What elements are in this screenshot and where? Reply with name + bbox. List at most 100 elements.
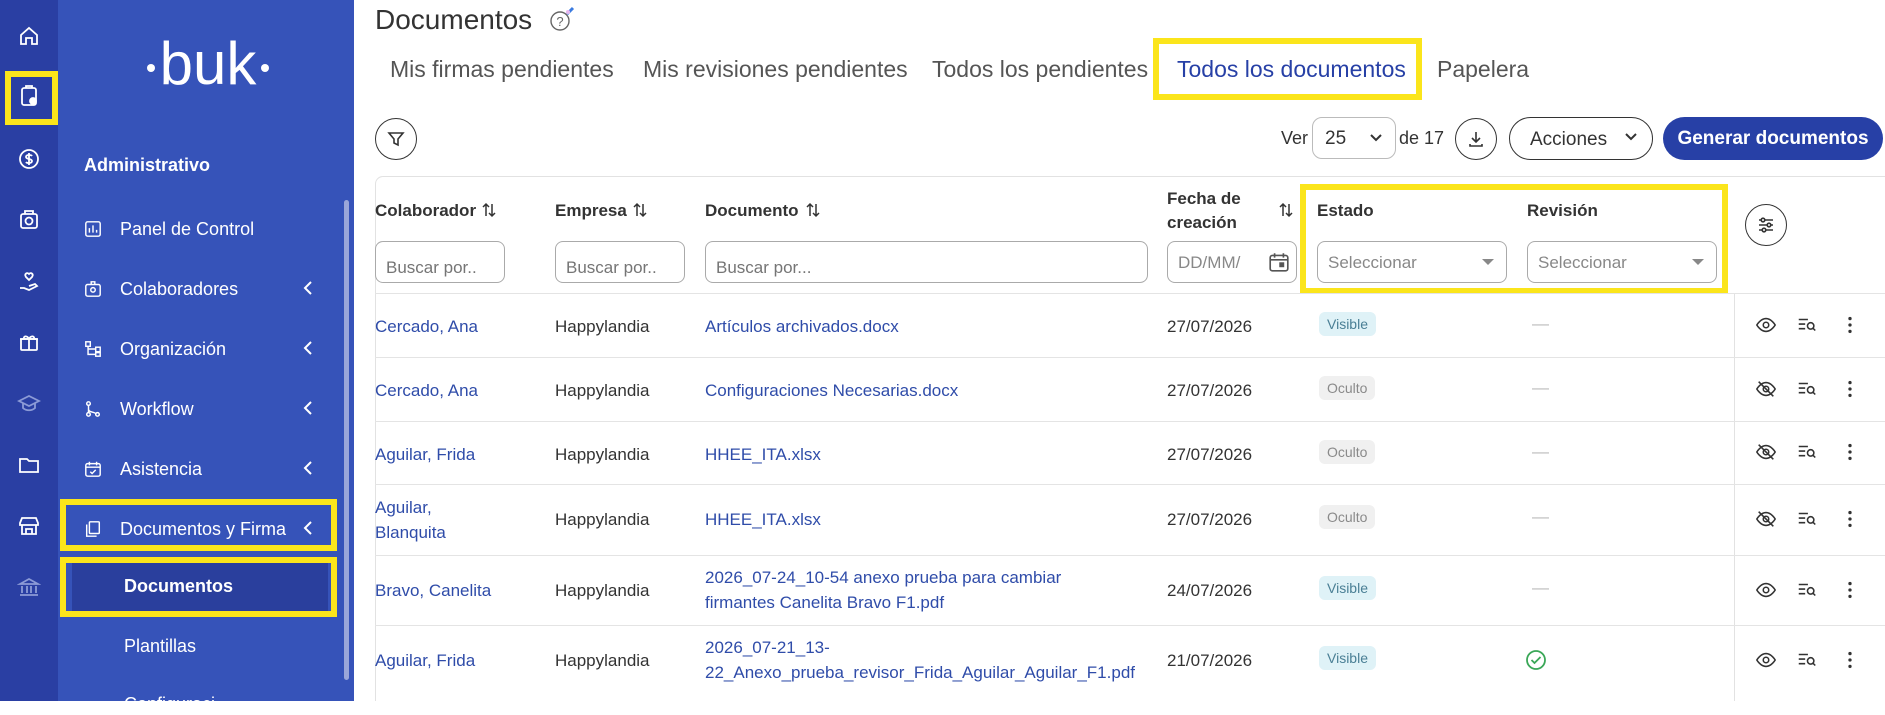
tab-todos-pendientes[interactable]: Todos los pendientes	[932, 56, 1148, 83]
cell-colaborador[interactable]: Aguilar,	[375, 495, 432, 520]
cell-colaborador[interactable]: Bravo, Canelita	[375, 578, 491, 603]
chevron-left-icon	[303, 401, 312, 415]
eye-off-icon[interactable]	[1754, 507, 1778, 531]
sidebar-subitem-configuracion[interactable]: Configuraci	[124, 694, 215, 715]
acciones-button[interactable]: Acciones	[1509, 117, 1653, 160]
chevron-left-icon	[303, 281, 312, 295]
cell-colaborador[interactable]: Cercado, Ana	[375, 314, 478, 339]
eye-icon[interactable]	[1754, 313, 1778, 337]
folder-icon[interactable]	[15, 451, 43, 479]
sidebar-item-label: Asistencia	[120, 458, 203, 479]
more-vertical-icon[interactable]	[1838, 440, 1862, 464]
fecha-input[interactable]: DD/MM/	[1167, 241, 1297, 283]
page-title: Documentos	[375, 4, 533, 35]
sort-icon[interactable]	[806, 202, 820, 218]
sort-icon[interactable]	[482, 202, 496, 218]
tab-mis-revisiones[interactable]: Mis revisiones pendientes	[643, 56, 908, 83]
sidebar-item-label: Workflow	[120, 398, 194, 419]
header-fecha-l2[interactable]: creación	[1167, 213, 1237, 233]
chevron-down-icon	[1625, 133, 1637, 141]
more-vertical-icon[interactable]	[1838, 648, 1862, 672]
preview-search-icon[interactable]	[1795, 648, 1819, 672]
acciones-label: Acciones	[1530, 129, 1608, 150]
home-icon[interactable]	[15, 22, 43, 50]
cell-fecha: 27/07/2026	[1167, 381, 1253, 400]
preview-search-icon[interactable]	[1795, 377, 1819, 401]
calendar-check-icon	[84, 459, 104, 479]
filter-button[interactable]	[375, 118, 417, 160]
highlight-documentos-firma	[60, 499, 337, 551]
cell-empresa: Happylandia	[555, 317, 650, 336]
preview-search-icon[interactable]	[1795, 507, 1819, 531]
cell-revision: —	[1532, 578, 1549, 597]
cell-empresa: Happylandia	[555, 445, 650, 464]
header-empresa[interactable]: Empresa	[555, 201, 627, 221]
cell-documento[interactable]: Artículos archivados.docx	[705, 314, 899, 339]
table-row[interactable]: Aguilar, Frida Happylandia 2026_07-21_13…	[375, 625, 1885, 695]
cell-documento[interactable]: HHEE_ITA.xlsx	[705, 507, 821, 532]
sliders-icon	[1759, 217, 1773, 233]
more-vertical-icon[interactable]	[1838, 313, 1862, 337]
cell-fecha: 27/07/2026	[1167, 317, 1253, 336]
eye-off-icon[interactable]	[1754, 377, 1778, 401]
download-button[interactable]	[1455, 118, 1497, 160]
sort-icon[interactable]	[1279, 202, 1293, 218]
header-documento[interactable]: Documento	[705, 201, 799, 221]
cell-documento-l2[interactable]: firmantes Canelita Bravo F1.pdf	[705, 590, 944, 615]
sidebar-subitem-plantillas[interactable]: Plantillas	[124, 636, 196, 657]
more-vertical-icon[interactable]	[1838, 377, 1862, 401]
calendar-icon[interactable]	[1268, 251, 1290, 273]
help-icon[interactable]: ?	[549, 6, 575, 32]
sidebar-item-organizacion[interactable]: Organización	[58, 327, 338, 371]
table-row[interactable]: Aguilar, Blanquita Happylandia HHEE_ITA.…	[375, 484, 1885, 555]
bar-chart-icon	[84, 219, 104, 239]
cell-documento-l2[interactable]: 22_Anexo_prueba_revisor_Frida_Aguilar_Ag…	[705, 660, 1135, 685]
graduation-cap-icon[interactable]	[15, 390, 43, 418]
generar-documentos-button[interactable]: Generar documentos	[1663, 117, 1883, 160]
hand-heart-icon[interactable]	[15, 268, 43, 296]
columns-settings-button[interactable]	[1745, 204, 1787, 246]
cell-colaborador-l2[interactable]: Blanquita	[375, 520, 446, 545]
header-colaborador[interactable]: Colaborador	[375, 201, 476, 221]
per-page-select[interactable]: 25	[1312, 117, 1396, 159]
eye-icon[interactable]	[1754, 648, 1778, 672]
cell-documento[interactable]: 2026_07-21_13-	[705, 635, 830, 660]
eye-off-icon[interactable]	[1754, 440, 1778, 464]
store-icon[interactable]	[15, 512, 43, 540]
preview-search-icon[interactable]	[1795, 313, 1819, 337]
table-row[interactable]: Bravo, Canelita Happylandia 2026_07-24_1…	[375, 555, 1885, 625]
preview-search-icon[interactable]	[1795, 440, 1819, 464]
bank-icon[interactable]	[15, 573, 43, 601]
more-vertical-icon[interactable]	[1838, 578, 1862, 602]
sort-icon[interactable]	[633, 202, 647, 218]
preview-search-icon[interactable]	[1795, 578, 1819, 602]
chevron-left-icon	[303, 341, 312, 355]
sidebar-item-asistencia[interactable]: Asistencia	[58, 447, 338, 491]
tab-papelera[interactable]: Papelera	[1437, 56, 1529, 83]
tab-mis-firmas[interactable]: Mis firmas pendientes	[390, 56, 614, 83]
dollar-circle-icon[interactable]	[15, 145, 43, 173]
cell-documento[interactable]: HHEE_ITA.xlsx	[705, 442, 821, 467]
sidebar-item-workflow[interactable]: Workflow	[58, 387, 338, 431]
table-row[interactable]: Cercado, Ana Happylandia Artículos archi…	[375, 293, 1885, 357]
camera-icon[interactable]	[15, 206, 43, 234]
eye-icon[interactable]	[1754, 578, 1778, 602]
colaborador-search-input[interactable]	[375, 241, 505, 283]
cell-colaborador[interactable]: Aguilar, Frida	[375, 442, 475, 467]
cell-colaborador[interactable]: Aguilar, Frida	[375, 648, 475, 673]
cell-fecha: 27/07/2026	[1167, 510, 1253, 529]
cell-documento[interactable]: Configuraciones Necesarias.docx	[705, 378, 958, 403]
table-row[interactable]: Cercado, Ana Happylandia Configuraciones…	[375, 357, 1885, 421]
cell-documento[interactable]: 2026_07-24_10-54 anexo prueba para cambi…	[705, 565, 1061, 590]
gift-icon[interactable]	[15, 328, 43, 356]
sidebar-scrollbar[interactable]	[344, 200, 349, 680]
empresa-search-input[interactable]	[555, 241, 685, 283]
header-fecha-l1[interactable]: Fecha de	[1167, 189, 1241, 209]
sidebar-item-panel[interactable]: Panel de Control	[58, 207, 338, 251]
documento-search-input[interactable]	[705, 241, 1148, 283]
cell-fecha: 27/07/2026	[1167, 445, 1253, 464]
table-row[interactable]: Aguilar, Frida Happylandia HHEE_ITA.xlsx…	[375, 421, 1885, 484]
sidebar-item-colaboradores[interactable]: Colaboradores	[58, 267, 338, 311]
more-vertical-icon[interactable]	[1838, 507, 1862, 531]
cell-colaborador[interactable]: Cercado, Ana	[375, 378, 478, 403]
